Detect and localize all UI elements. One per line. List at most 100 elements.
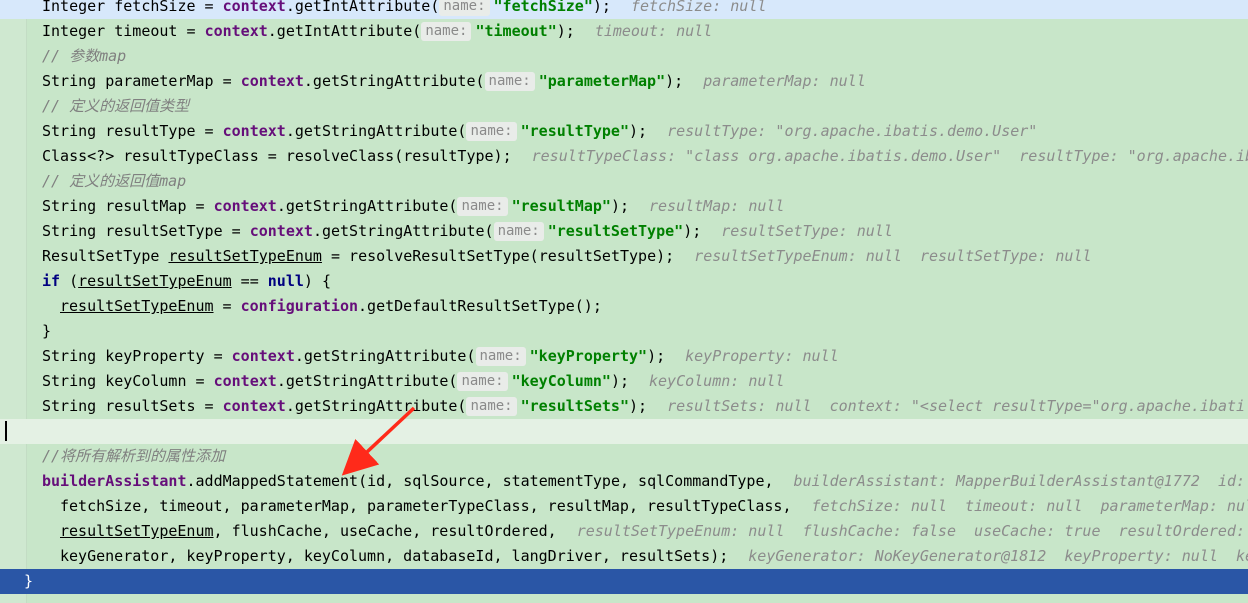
code-line[interactable]: Integer timeout = context.getIntAttribut… <box>0 19 1248 44</box>
param-hint: name: <box>466 397 517 416</box>
param-hint: name: <box>484 72 535 91</box>
param-hint: name: <box>439 0 490 16</box>
string-literal: "keyProperty" <box>529 347 648 365</box>
code-text: String keyColumn = context.getStringAttr… <box>42 369 784 394</box>
debug-inline-value: resultSetTypeEnum: null flushCache: fals… <box>576 522 1248 540</box>
string-literal: "parameterMap" <box>538 72 666 90</box>
debug-inline-value: builderAssistant: MapperBuilderAssistant… <box>793 472 1248 490</box>
code-text: String parameterMap = context.getStringA… <box>42 69 866 94</box>
code-token: String parameterMap = <box>42 72 241 90</box>
field-ref: context <box>213 197 277 215</box>
code-text: Integer timeout = context.getIntAttribut… <box>42 19 712 44</box>
debug-inline-value: resultType: "org.apache.ibatis.demo.User… <box>667 122 1038 140</box>
code-token: .getStringAttribute( <box>276 372 458 390</box>
code-line[interactable]: keyGenerator, keyProperty, keyColumn, da… <box>0 544 1248 569</box>
field-ref: context <box>249 222 313 240</box>
code-token: = resolveResultSetType(resultSetType); <box>321 247 675 265</box>
code-token: .getStringAttribute( <box>285 397 467 415</box>
code-token: ); <box>665 72 684 90</box>
code-line[interactable]: String resultType = context.getStringAtt… <box>0 119 1248 144</box>
code-line[interactable]: // 定义的返回值类型 <box>0 94 1248 119</box>
code-line[interactable]: resultSetTypeEnum = configuration.getDef… <box>0 294 1248 319</box>
code-token: String resultSetType = <box>42 222 250 240</box>
field-ref: context <box>213 372 277 390</box>
code-token: ); <box>610 372 629 390</box>
code-token: resultSetTypeEnum <box>168 247 322 265</box>
string-literal: "fetchSize" <box>493 0 593 15</box>
debug-inline-value: resultTypeClass: "class org.apache.ibati… <box>531 147 1248 165</box>
string-literal: "resultMap" <box>511 197 611 215</box>
code-text: builderAssistant.addMappedStatement(id, … <box>42 469 1248 494</box>
code-token: ); <box>647 347 666 365</box>
code-text: Integer fetchSize = context.getIntAttrib… <box>42 0 766 19</box>
code-line[interactable]: String keyColumn = context.getStringAttr… <box>0 369 1248 394</box>
code-token: ); <box>556 22 575 40</box>
code-token: resultSetTypeEnum <box>60 522 214 540</box>
debug-inline-value: fetchSize: null timeout: null parameterM… <box>811 497 1248 515</box>
string-literal: "keyColumn" <box>511 372 611 390</box>
debug-inline-value: resultMap: null <box>649 197 785 215</box>
code-token: .getIntAttribute( <box>267 22 422 40</box>
code-line[interactable]: String resultMap = context.getStringAttr… <box>0 194 1248 219</box>
code-text: // 定义的返回值类型 <box>42 94 189 119</box>
param-hint: name: <box>466 122 517 141</box>
code-line[interactable]: String keyProperty = context.getStringAt… <box>0 344 1248 369</box>
code-token: ) { <box>303 272 331 290</box>
code-line[interactable]: ResultSetType resultSetTypeEnum = resolv… <box>0 244 1248 269</box>
code-token: .getStringAttribute( <box>312 222 494 240</box>
code-text: String resultSets = context.getStringAtt… <box>42 394 1245 419</box>
code-token: == <box>231 272 268 290</box>
code-line[interactable]: builderAssistant.addMappedStatement(id, … <box>0 469 1248 494</box>
code-line[interactable]: } <box>0 569 1248 594</box>
code-token: String resultSets = <box>42 397 223 415</box>
code-text: String resultMap = context.getStringAttr… <box>42 194 784 219</box>
code-line[interactable]: String resultSets = context.getStringAtt… <box>0 394 1248 419</box>
code-line[interactable]: // 定义的返回值map <box>0 169 1248 194</box>
code-token: ); <box>683 222 702 240</box>
debug-inline-value: fetchSize: null <box>630 0 767 15</box>
debug-inline-value: resultSetTypeEnum: null resultSetType: n… <box>694 247 1092 265</box>
code-text: fetchSize, timeout, parameterMap, parame… <box>60 494 1248 519</box>
code-token: } <box>42 322 52 340</box>
code-token: , flushCache, useCache, resultOrdered, <box>213 522 557 540</box>
code-line[interactable]: resultSetTypeEnum, flushCache, useCache,… <box>0 519 1248 544</box>
field-ref: context <box>222 397 286 415</box>
param-hint: name: <box>493 222 544 241</box>
code-comment: // 定义的返回值类型 <box>42 97 190 115</box>
code-line[interactable]: } <box>0 319 1248 344</box>
code-text: if (resultSetTypeEnum == null) { <box>42 269 331 294</box>
param-hint: name: <box>457 372 508 391</box>
code-line[interactable]: fetchSize, timeout, parameterMap, parame… <box>0 494 1248 519</box>
code-token: String resultType = <box>42 122 223 140</box>
code-token: .getDefaultResultSetType(); <box>358 297 602 315</box>
code-line[interactable]: Integer fetchSize = context.getIntAttrib… <box>0 0 1248 19</box>
code-text: // 定义的返回值map <box>42 169 186 194</box>
code-token: } <box>24 572 34 590</box>
param-hint: name: <box>421 22 472 41</box>
code-line[interactable]: if (resultSetTypeEnum == null) { <box>0 269 1248 294</box>
field-ref: context <box>222 122 286 140</box>
code-token: = <box>213 297 241 315</box>
debug-inline-value: resultSets: null context: "<select resul… <box>667 397 1246 415</box>
field-ref: configuration <box>240 297 359 315</box>
code-token: ); <box>610 197 629 215</box>
code-line[interactable]: String resultSetType = context.getString… <box>0 219 1248 244</box>
code-line[interactable]: Class<?> resultTypeClass = resolveClass(… <box>0 144 1248 169</box>
code-line[interactable]: // 参数map <box>0 44 1248 69</box>
code-token: fetchSize, timeout, parameterMap, parame… <box>60 497 792 515</box>
code-line[interactable]: //将所有解析到的属性添加 <box>0 444 1248 469</box>
keyword: if <box>42 272 61 290</box>
code-text: String resultType = context.getStringAtt… <box>42 119 1037 144</box>
code-text: } <box>42 319 51 344</box>
code-text: resultSetTypeEnum, flushCache, useCache,… <box>60 519 1248 544</box>
code-text: String keyProperty = context.getStringAt… <box>42 344 839 369</box>
string-literal: "timeout" <box>475 22 557 40</box>
code-line[interactable]: String parameterMap = context.getStringA… <box>0 69 1248 94</box>
code-text: String resultSetType = context.getString… <box>42 219 893 244</box>
debug-inline-value: resultSetType: null <box>721 222 893 240</box>
debug-inline-value: parameterMap: null <box>703 72 866 90</box>
debug-inline-value: keyGenerator: NoKeyGenerator@1812 keyPro… <box>748 547 1248 565</box>
code-text: Class<?> resultTypeClass = resolveClass(… <box>42 144 1248 169</box>
code-line[interactable] <box>0 419 1248 444</box>
code-token: resultSetTypeEnum <box>78 272 232 290</box>
